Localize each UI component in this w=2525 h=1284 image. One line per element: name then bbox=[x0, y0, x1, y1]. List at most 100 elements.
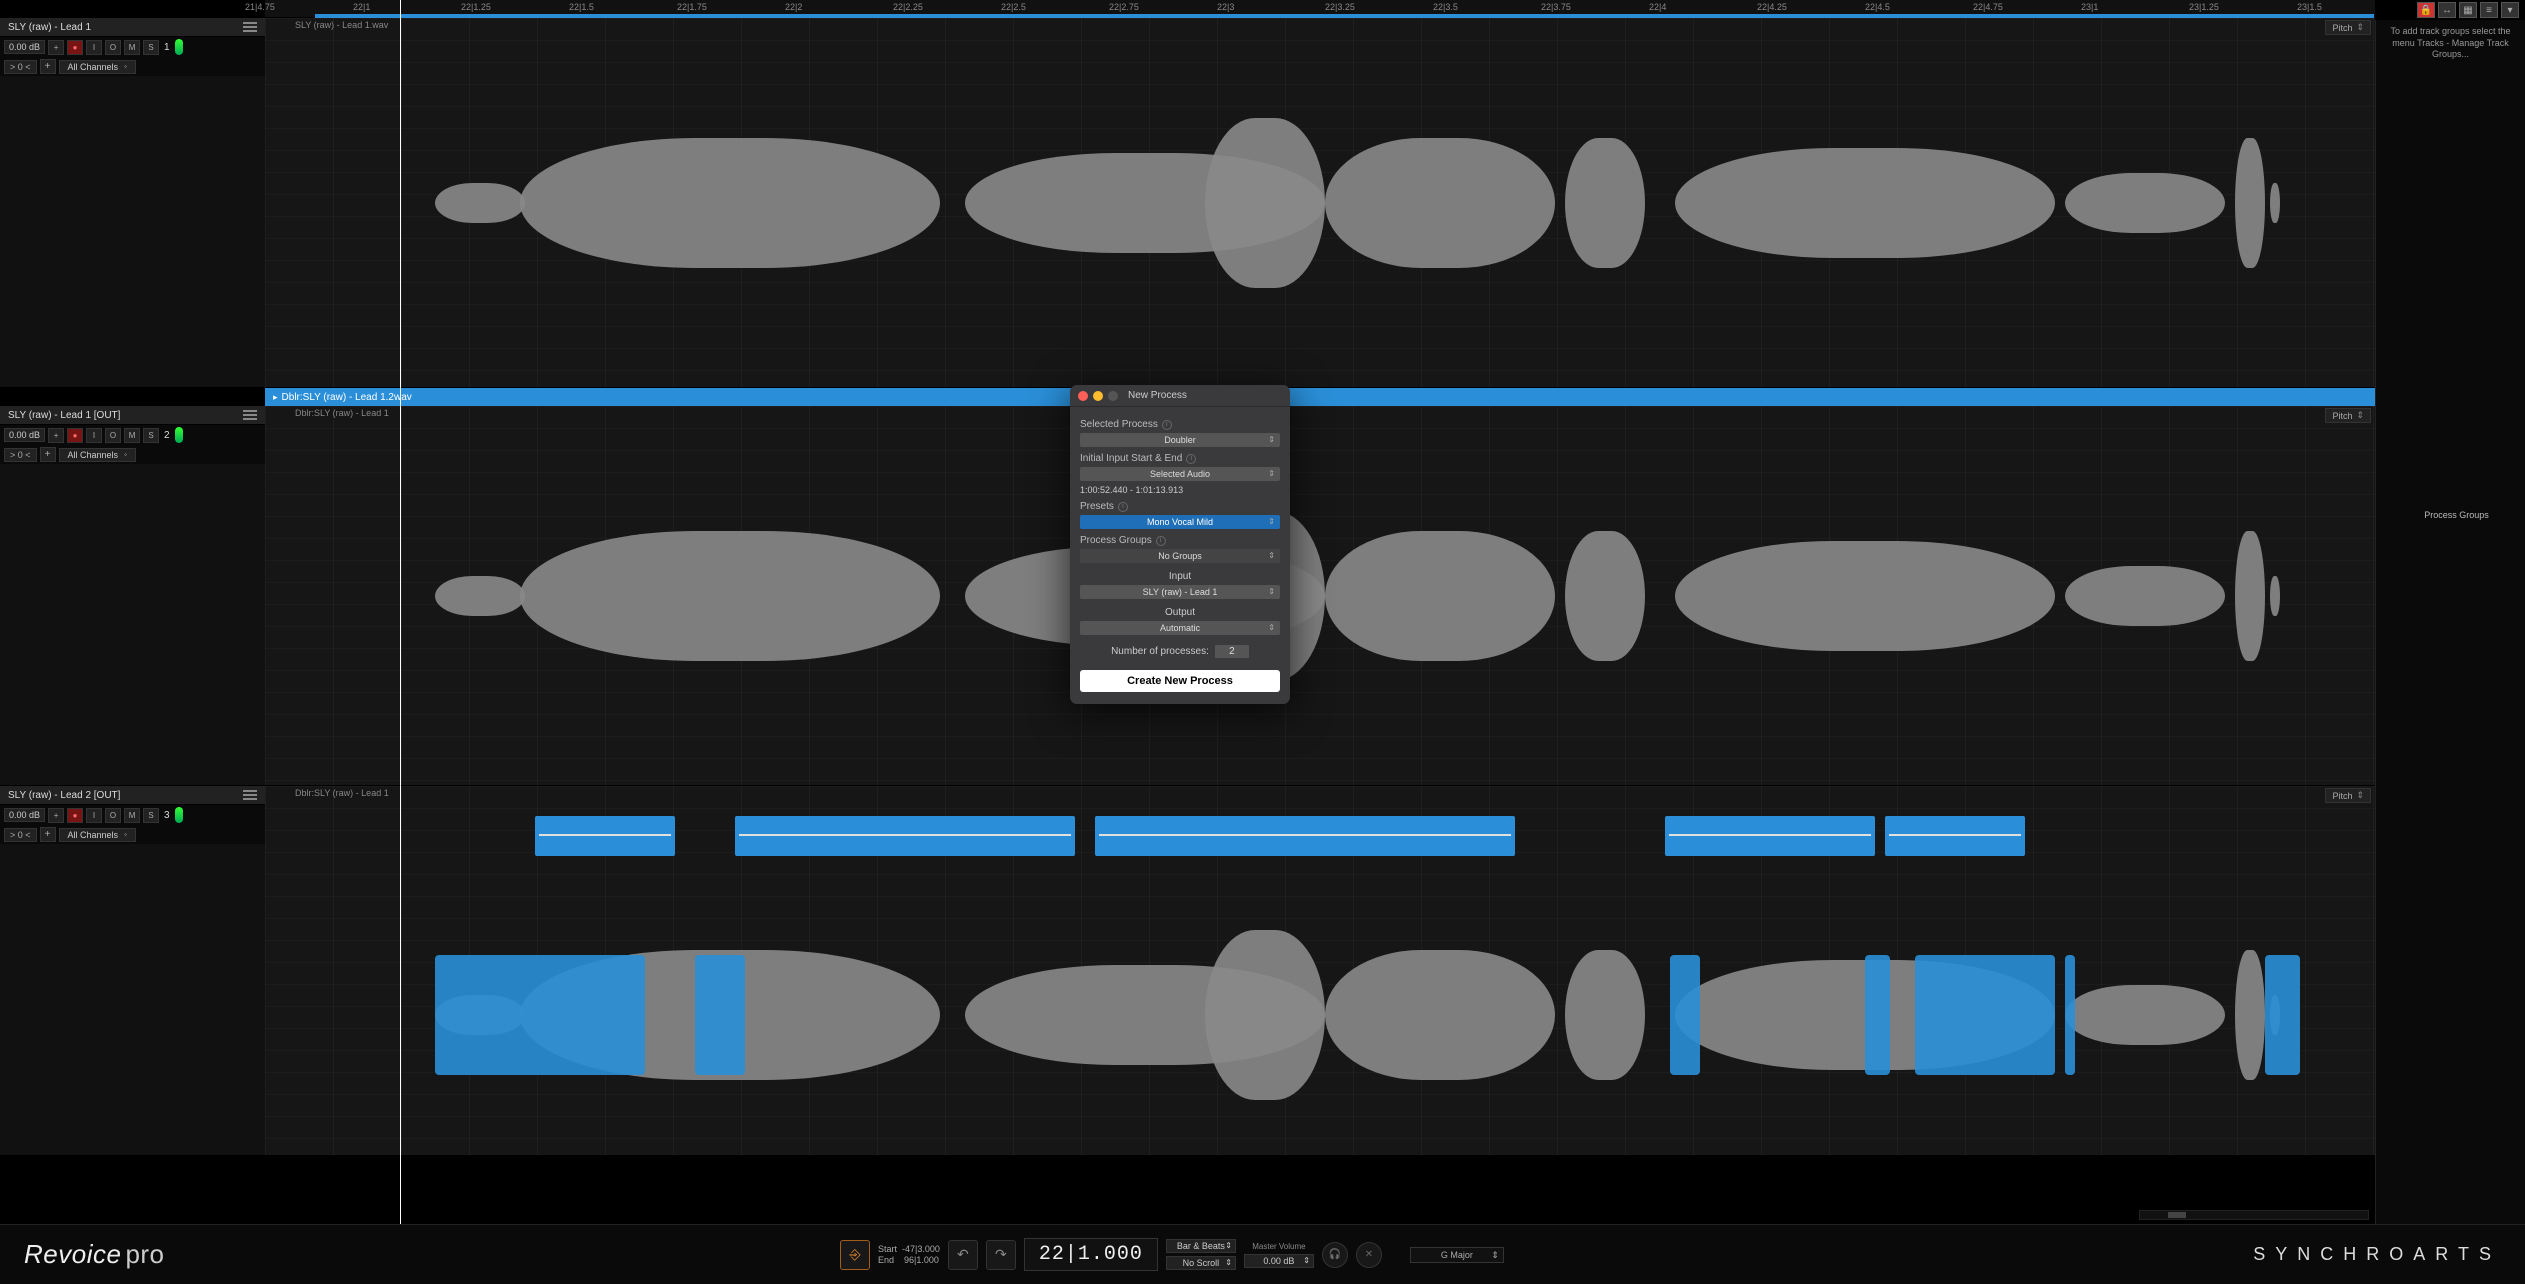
num-processes-input[interactable] bbox=[1215, 645, 1249, 658]
track-menu-icon[interactable] bbox=[243, 789, 257, 801]
record-button[interactable]: ● bbox=[67, 428, 83, 443]
pitch-toggle[interactable]: Pitch bbox=[2325, 408, 2371, 423]
processed-region[interactable] bbox=[1915, 955, 2055, 1075]
track-lane[interactable]: SLY (raw) - Lead 1.wavPitch bbox=[265, 18, 2375, 387]
solo-button[interactable]: S bbox=[143, 428, 159, 443]
pitch-block[interactable] bbox=[735, 816, 1075, 856]
info-icon[interactable]: i bbox=[1186, 454, 1196, 464]
add-button[interactable]: + bbox=[40, 447, 56, 462]
timecode-display[interactable]: 22|1.000 bbox=[1024, 1238, 1158, 1271]
waveform[interactable] bbox=[2065, 173, 2225, 233]
track-gain[interactable]: 0.00 dB bbox=[4, 808, 45, 822]
waveform[interactable] bbox=[2235, 138, 2265, 268]
input-button[interactable]: I bbox=[86, 428, 102, 443]
playhead[interactable] bbox=[400, 0, 401, 1224]
record-button[interactable]: ● bbox=[67, 40, 83, 55]
scroll-mode-select[interactable]: No Scroll bbox=[1166, 1256, 1236, 1270]
waveform[interactable] bbox=[1205, 930, 1325, 1100]
processed-region[interactable] bbox=[695, 955, 745, 1075]
timeline-ruler[interactable]: 21|4.7522|122|1.2522|1.522|1.7522|222|2.… bbox=[265, 0, 2375, 18]
processed-region[interactable] bbox=[1865, 955, 1890, 1075]
bar-beats-select[interactable]: Bar & Beats bbox=[1166, 1239, 1236, 1253]
record-button[interactable]: ● bbox=[67, 808, 83, 823]
arrows-icon[interactable]: ↔ bbox=[2438, 2, 2456, 18]
selected-process-select[interactable]: Doubler bbox=[1080, 433, 1280, 447]
master-volume[interactable]: 0.00 dB bbox=[1244, 1254, 1314, 1268]
menu-icon[interactable]: ≡ bbox=[2480, 2, 2498, 18]
processed-region[interactable] bbox=[2065, 955, 2075, 1075]
dialog-titlebar[interactable]: New Process bbox=[1070, 385, 1290, 407]
track-lane[interactable]: Dblr:SLY (raw) - Lead 1Pitch bbox=[265, 786, 2375, 1155]
channels-select[interactable]: All Channels ◦ bbox=[59, 828, 136, 842]
plus-button[interactable]: + bbox=[48, 808, 64, 823]
key-select[interactable]: G Major bbox=[1410, 1247, 1504, 1263]
output-select[interactable]: Automatic bbox=[1080, 621, 1280, 635]
minimize-icon[interactable] bbox=[1093, 391, 1103, 401]
mute-button[interactable]: M bbox=[124, 808, 140, 823]
waveform[interactable] bbox=[1325, 531, 1555, 661]
waveform[interactable] bbox=[1325, 138, 1555, 268]
waveform[interactable] bbox=[2065, 566, 2225, 626]
pitch-block[interactable] bbox=[535, 816, 675, 856]
mute-button[interactable]: M bbox=[124, 40, 140, 55]
preset-select[interactable]: Mono Vocal Mild bbox=[1080, 515, 1280, 529]
track-gain[interactable]: 0.00 dB bbox=[4, 40, 45, 54]
track-menu-icon[interactable] bbox=[243, 409, 257, 421]
solo-button[interactable]: S bbox=[143, 808, 159, 823]
output-button[interactable]: O bbox=[105, 40, 121, 55]
channels-select[interactable]: All Channels ◦ bbox=[59, 60, 136, 74]
input-button[interactable]: I bbox=[86, 40, 102, 55]
track-lane[interactable]: Dblr:SLY (raw) - Lead 1.2wavDblr:SLY (ra… bbox=[265, 406, 2375, 785]
channels-select[interactable]: All Channels ◦ bbox=[59, 448, 136, 462]
create-new-process-button[interactable]: Create New Process bbox=[1080, 670, 1280, 692]
waveform[interactable] bbox=[2065, 985, 2225, 1045]
pitch-block[interactable] bbox=[1095, 816, 1515, 856]
track-menu-icon[interactable] bbox=[243, 21, 257, 33]
waveform[interactable] bbox=[1325, 950, 1555, 1080]
track-title-bar[interactable]: SLY (raw) - Lead 1 [OUT] bbox=[0, 406, 265, 425]
plus-button[interactable]: + bbox=[48, 428, 64, 443]
waveform[interactable] bbox=[520, 138, 940, 268]
waveform[interactable] bbox=[2235, 950, 2265, 1080]
close-icon[interactable] bbox=[1078, 391, 1088, 401]
info-icon[interactable]: i bbox=[1118, 502, 1128, 512]
clear-button[interactable]: ✕ bbox=[1356, 1242, 1382, 1268]
output-button[interactable]: O bbox=[105, 428, 121, 443]
processed-region[interactable] bbox=[435, 955, 645, 1075]
waveform[interactable] bbox=[1565, 531, 1645, 661]
input-range-mode-select[interactable]: Selected Audio bbox=[1080, 467, 1280, 481]
pitch-toggle[interactable]: Pitch bbox=[2325, 788, 2371, 803]
mute-button[interactable]: M bbox=[124, 428, 140, 443]
output-button[interactable]: O bbox=[105, 808, 121, 823]
waveform[interactable] bbox=[1675, 148, 2055, 258]
track-title-bar[interactable]: SLY (raw) - Lead 2 [OUT] bbox=[0, 786, 265, 805]
redo-button[interactable]: ↷ bbox=[986, 1240, 1016, 1270]
pan-display[interactable]: > 0 < bbox=[4, 448, 37, 462]
horizontal-zoom-slider[interactable] bbox=[2139, 1210, 2369, 1220]
chevron-down-icon[interactable]: ▾ bbox=[2501, 2, 2519, 18]
waveform[interactable] bbox=[435, 576, 525, 616]
processed-region[interactable] bbox=[1670, 955, 1700, 1075]
plus-button[interactable]: + bbox=[48, 40, 64, 55]
info-icon[interactable]: i bbox=[1156, 536, 1166, 546]
pitch-block[interactable] bbox=[1885, 816, 2025, 856]
pan-display[interactable]: > 0 < bbox=[4, 60, 37, 74]
waveform[interactable] bbox=[1205, 118, 1325, 288]
zoom-thumb[interactable] bbox=[2168, 1212, 2186, 1218]
add-button[interactable]: + bbox=[40, 827, 56, 842]
link-icon[interactable]: ⎆ bbox=[840, 1240, 870, 1270]
info-icon[interactable]: i bbox=[1162, 420, 1172, 430]
waveform[interactable] bbox=[1565, 950, 1645, 1080]
waveform[interactable] bbox=[1565, 138, 1645, 268]
track-gain[interactable]: 0.00 dB bbox=[4, 428, 45, 442]
input-select[interactable]: SLY (raw) - Lead 1 bbox=[1080, 585, 1280, 599]
process-groups-select[interactable]: No Groups bbox=[1080, 549, 1280, 563]
clip-header-bar[interactable]: Dblr:SLY (raw) - Lead 1.2wav bbox=[265, 388, 2375, 406]
input-button[interactable]: I bbox=[86, 808, 102, 823]
headphones-button[interactable]: 🎧 bbox=[1322, 1242, 1348, 1268]
waveform[interactable] bbox=[2270, 183, 2280, 223]
waveform[interactable] bbox=[435, 183, 525, 223]
grid-icon[interactable]: ▦ bbox=[2459, 2, 2477, 18]
solo-button[interactable]: S bbox=[143, 40, 159, 55]
lock-icon[interactable]: 🔒 bbox=[2417, 2, 2435, 18]
